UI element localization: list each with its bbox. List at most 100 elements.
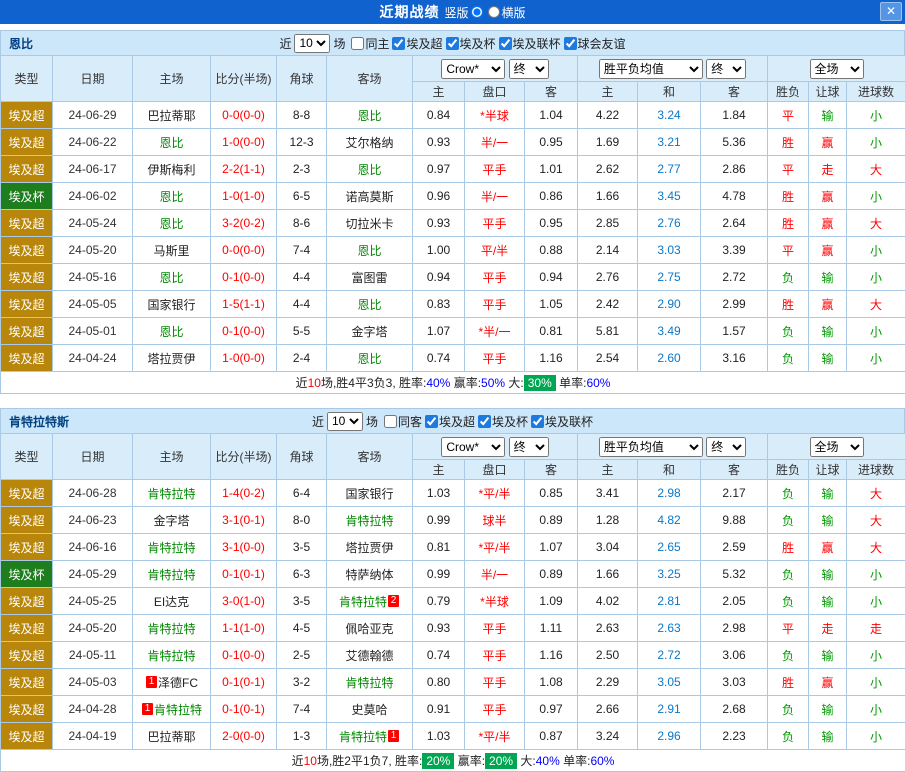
odds-period-select[interactable]: 终 — [509, 437, 549, 457]
checkbox-input[interactable] — [499, 37, 512, 50]
filter-checkbox[interactable]: 同主 — [351, 35, 389, 52]
filter-checkbox[interactable]: 埃及杯 — [478, 413, 528, 430]
checkbox-label: 埃及联杯 — [513, 35, 561, 52]
summary-segment: 60% — [590, 754, 614, 768]
checkbox-input[interactable] — [351, 37, 364, 50]
away-odds: 1.16 — [525, 642, 578, 669]
col-result: 胜负 — [768, 82, 809, 102]
match-row: 埃及超24-06-29巴拉蒂耶0-0(0-0)8-8恩比0.84*半球1.044… — [1, 102, 905, 129]
europe-home-odds: 3.24 — [578, 723, 638, 750]
corner-score: 4-5 — [277, 615, 327, 642]
league-badge: 埃及超 — [1, 291, 53, 318]
europe-home-odds: 2.54 — [578, 345, 638, 372]
summary-segment: 近 — [292, 754, 304, 768]
handicap: *半/一 — [465, 318, 525, 345]
league-badge: 埃及超 — [1, 264, 53, 291]
scope-select-group: 全场 — [768, 434, 905, 460]
match-date: 24-05-20 — [53, 615, 133, 642]
odds-company-select[interactable]: Crow* — [441, 59, 505, 79]
away-odds: 1.16 — [525, 345, 578, 372]
match-score: 0-1(0-1) — [211, 696, 277, 723]
home-odds: 1.07 — [413, 318, 465, 345]
handicap: 平手 — [465, 345, 525, 372]
summary-segment: 单率: — [560, 754, 591, 768]
col-type: 类型 — [1, 56, 53, 102]
match-score: 3-0(1-0) — [211, 588, 277, 615]
match-row: 埃及超24-06-28肯特拉特1-4(0-2)6-4国家银行1.03*平/半0.… — [1, 480, 905, 507]
result-handicap: 赢 — [809, 237, 847, 264]
team-text: 富图雷 — [351, 271, 387, 285]
col-handicap-result: 让球 — [809, 460, 847, 480]
europe-home-odds: 2.85 — [578, 210, 638, 237]
home-team: 国家银行 — [133, 291, 211, 318]
home-team: 肯特拉特 — [133, 480, 211, 507]
filter-checkbox[interactable]: 球会友谊 — [564, 35, 626, 52]
away-odds: 0.86 — [525, 183, 578, 210]
checkbox-input[interactable] — [446, 37, 459, 50]
checkbox-input[interactable] — [425, 415, 438, 428]
home-odds: 0.93 — [413, 615, 465, 642]
close-button[interactable]: ✕ — [880, 2, 902, 21]
result-outcome: 胜 — [768, 129, 809, 156]
vertical-radio[interactable] — [471, 6, 483, 18]
team-text: 肯特拉特 — [345, 514, 393, 528]
summary-segment: 40% — [426, 376, 450, 390]
scope-select[interactable]: 全场 — [810, 437, 864, 457]
home-team: 肯特拉特 — [133, 615, 211, 642]
team-section-header-2: 肯特拉特斯 近 10 场 同客埃及超埃及杯埃及联杯 — [0, 408, 905, 433]
team-text: 肯特拉特 — [345, 676, 393, 690]
home-team: EI达克 — [133, 588, 211, 615]
europe-period-select[interactable]: 终 — [706, 437, 746, 457]
red-card-badge: 2 — [388, 595, 399, 607]
checkbox-input[interactable] — [531, 415, 544, 428]
checkbox-label: 埃及联杯 — [545, 413, 593, 430]
filter-checkbox[interactable]: 埃及超 — [425, 413, 475, 430]
europe-draw-odds: 2.65 — [638, 534, 701, 561]
match-row: 埃及杯24-06-02恩比1-0(1-0)6-5诺高莫斯0.96半/一0.861… — [1, 183, 905, 210]
summary-segment: 40% — [536, 754, 560, 768]
col-goals-result: 进球数 — [847, 460, 905, 480]
recent-count-select[interactable]: 10 — [294, 34, 330, 53]
corner-score: 7-4 — [277, 237, 327, 264]
europe-home-odds: 2.29 — [578, 669, 638, 696]
layout-option-vertical[interactable]: 竖版 — [444, 4, 482, 21]
filter-checkbox[interactable]: 埃及杯 — [446, 35, 496, 52]
europe-away-odds: 2.99 — [701, 291, 768, 318]
europe-odds-select[interactable]: 胜平负均值 — [599, 437, 703, 457]
recent-count-select[interactable]: 10 — [327, 412, 363, 431]
filter-checkbox[interactable]: 埃及联杯 — [499, 35, 561, 52]
scope-select[interactable]: 全场 — [810, 59, 864, 79]
checkbox-input[interactable] — [384, 415, 397, 428]
home-team: 恩比 — [133, 210, 211, 237]
horizontal-radio[interactable] — [488, 6, 500, 18]
odds-period-select[interactable]: 终 — [509, 59, 549, 79]
team-text: 恩比 — [159, 271, 183, 285]
checkbox-input[interactable] — [478, 415, 491, 428]
result-handicap: 赢 — [809, 291, 847, 318]
home-team: 肯特拉特 — [133, 642, 211, 669]
result-outcome: 胜 — [768, 210, 809, 237]
checkbox-input[interactable] — [564, 37, 577, 50]
checkbox-label: 同客 — [398, 413, 422, 430]
match-score: 3-2(0-2) — [211, 210, 277, 237]
odds-company-select[interactable]: Crow* — [441, 437, 505, 457]
col-away-odds: 客 — [525, 460, 578, 480]
league-badge: 埃及杯 — [1, 561, 53, 588]
europe-draw-odds: 2.90 — [638, 291, 701, 318]
filter-checkbox[interactable]: 埃及超 — [392, 35, 442, 52]
europe-draw-odds: 3.05 — [638, 669, 701, 696]
europe-period-select[interactable]: 终 — [706, 59, 746, 79]
away-team: 肯特拉特2 — [327, 588, 413, 615]
team-text: 肯特拉特 — [339, 730, 387, 744]
europe-home-odds: 2.76 — [578, 264, 638, 291]
filter-checkbox[interactable]: 埃及联杯 — [531, 413, 593, 430]
layout-option-horizontal[interactable]: 横版 — [488, 4, 526, 21]
handicap: 半/一 — [465, 561, 525, 588]
filter-checkbox[interactable]: 同客 — [384, 413, 422, 430]
away-odds: 1.01 — [525, 156, 578, 183]
checkbox-input[interactable] — [392, 37, 405, 50]
match-score: 2-2(1-1) — [211, 156, 277, 183]
red-card-badge: 1 — [146, 676, 157, 688]
europe-odds-select[interactable]: 胜平负均值 — [599, 59, 703, 79]
league-badge: 埃及杯 — [1, 183, 53, 210]
